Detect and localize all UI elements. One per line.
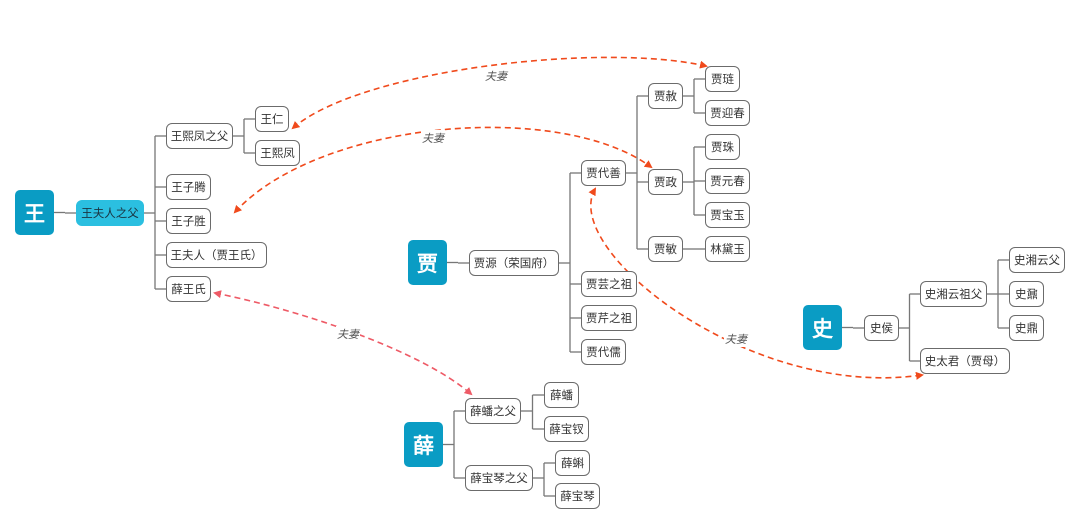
person-node[interactable]: 贾赦 [648,83,683,109]
person-node[interactable]: 王子腾 [166,174,211,200]
person-node[interactable]: 薛宝钗 [544,416,589,442]
person-node[interactable]: 贾芹之祖 [581,305,637,331]
person-node[interactable]: 史鼐 [1009,281,1044,307]
person-node[interactable]: 薛蟠 [544,382,579,408]
mind-map-canvas: 王王夫人之父 王熙凤之父 王仁王熙凤王子腾王子胜王夫人（贾王氏） 薛王氏 贾贾源（荣国府… [0,0,1080,523]
person-node[interactable]: 贾代儒 [581,339,626,365]
family-root-node[interactable]: 薛 [404,422,443,467]
relation-label: 夫妻 [484,68,508,84]
person-node[interactable]: 贾珠 [705,134,740,160]
person-node[interactable]: 史鼎 [1009,315,1044,341]
person-node[interactable]: 史湘云祖父 [920,281,987,307]
person-node[interactable]: 贾元春 [705,168,750,194]
person-node[interactable]: 薛宝琴 [555,483,600,509]
person-node[interactable]: 薛蝌 [555,450,590,476]
person-node[interactable]: 贾敏 [648,236,683,262]
family-root-node[interactable]: 王 [15,190,54,235]
person-node[interactable]: 史太君（贾母） [920,348,1010,374]
relation-label: 夫妻 [336,326,360,342]
relation-label: 夫妻 [421,130,445,146]
relation-label: 夫妻 [724,331,748,347]
person-node[interactable]: 林黛玉 [705,236,750,262]
person-node[interactable]: 贾芸之祖 [581,271,637,297]
person-node[interactable]: 王夫人（贾王氏） [166,242,267,268]
person-node[interactable]: 王熙凤之父 [166,123,233,149]
family-root-node[interactable]: 贾 [408,240,447,285]
spouse-relation-arrow [213,290,473,396]
person-node[interactable]: 史湘云父 [1009,247,1065,273]
person-node[interactable]: 王子胜 [166,208,211,234]
person-node[interactable]: 贾迎春 [705,100,750,126]
person-node[interactable]: 贾宝玉 [705,202,750,228]
person-node[interactable]: 王熙凤 [255,140,300,166]
person-node[interactable]: 贾代善 [581,160,626,186]
person-node[interactable]: 薛宝琴之父 [465,465,533,491]
person-node[interactable]: 贾政 [648,169,683,195]
person-node[interactable]: 薛蟠之父 [465,398,521,424]
person-node[interactable]: 贾琏 [705,66,740,92]
person-node[interactable]: 贾源（荣国府） [469,250,559,276]
family-root-node[interactable]: 史 [803,305,842,350]
person-node[interactable]: 王仁 [255,106,289,132]
person-node[interactable]: 王夫人之父 [76,200,144,226]
spouse-relation-arrow [588,187,924,380]
person-node[interactable]: 薛王氏 [166,276,211,302]
person-node[interactable]: 史侯 [864,315,899,341]
